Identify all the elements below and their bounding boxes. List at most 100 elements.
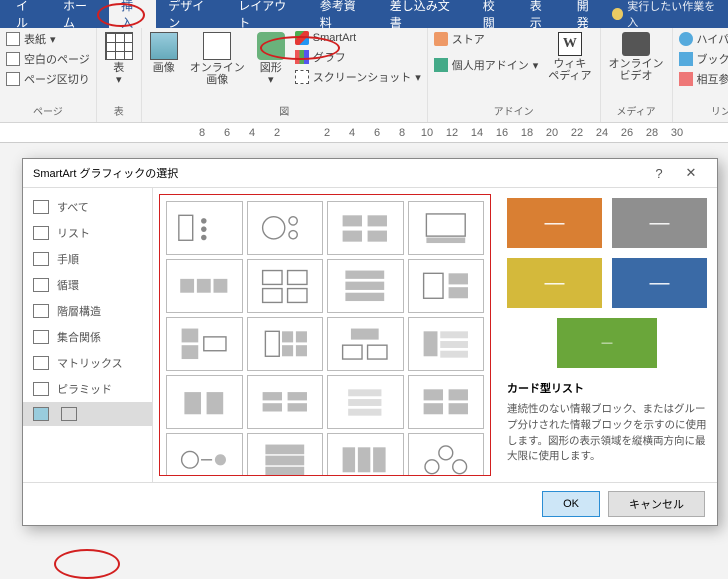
layout-thumbnail[interactable] — [166, 433, 243, 476]
layout-thumbnail[interactable] — [166, 375, 243, 429]
layout-thumbnail[interactable] — [408, 201, 485, 255]
layout-thumbnail[interactable] — [166, 317, 243, 371]
preview-swatch-large: — — [557, 318, 657, 368]
screenshot-button[interactable]: スクリーンショット ▾ — [293, 68, 423, 86]
wiki-icon: W — [558, 32, 582, 56]
layout-thumbnail[interactable] — [408, 433, 485, 476]
category-item[interactable]: 循環 — [23, 272, 152, 298]
category-item[interactable]: ピラミッド — [23, 376, 152, 402]
bookmark-icon — [679, 52, 693, 66]
addins-icon — [434, 58, 448, 72]
category-item[interactable]: すべて — [23, 194, 152, 220]
preview-pane: ———— — カード型リスト 連続性のない情報ブロック、またはグループ分けされた… — [497, 188, 717, 482]
group-label: 表 — [101, 101, 137, 120]
group-pages: 表紙 ▾ 空白のページ ページ区切り ページ — [0, 28, 97, 122]
group-links: ハイパーリンク ブックマーク 相互参照 リンク — [673, 28, 728, 122]
layout-thumbnail[interactable] — [327, 433, 404, 476]
category-item[interactable]: 集合関係 — [23, 324, 152, 350]
category-item[interactable]: リスト — [23, 220, 152, 246]
layout-thumbnail[interactable] — [247, 317, 324, 371]
cross-ref-button[interactable]: 相互参照 — [677, 70, 728, 88]
ok-button[interactable]: OK — [542, 491, 600, 517]
group-label: アドイン — [432, 101, 596, 120]
wikipedia-button[interactable]: Wウィキ ペディア — [544, 30, 595, 84]
page-break-button[interactable]: ページ区切り — [4, 70, 92, 88]
preview-swatch: — — [612, 198, 707, 248]
preview-swatches: ———— — [507, 198, 707, 308]
pictures-button[interactable]: 画像 — [146, 30, 182, 76]
link-icon — [679, 32, 693, 46]
layout-thumbnail[interactable] — [408, 375, 485, 429]
close-button[interactable]: ✕ — [675, 165, 707, 181]
bulb-icon — [612, 8, 623, 20]
layout-thumbnail[interactable] — [166, 259, 243, 313]
smartart-button[interactable]: SmartArt — [293, 30, 423, 46]
category-icon — [33, 382, 49, 396]
picture-icon — [150, 32, 178, 60]
dialog-titlebar: SmartArt グラフィックの選択 ? ✕ — [23, 159, 717, 188]
category-icon — [33, 356, 49, 370]
chart-button[interactable]: グラフ — [293, 48, 423, 66]
break-icon — [6, 72, 20, 86]
layout-gallery — [159, 194, 491, 476]
dialog-title: SmartArt グラフィックの選択 — [33, 165, 178, 181]
dialog-buttons: OK キャンセル — [23, 482, 717, 525]
category-item[interactable]: マトリックス — [23, 350, 152, 376]
layout-thumbnail[interactable] — [327, 375, 404, 429]
online-pictures-button[interactable]: オンライン 画像 — [186, 30, 249, 88]
screenshot-icon — [295, 70, 309, 84]
ruler: 864224681012141618202224262830 — [0, 123, 728, 143]
layout-thumbnail[interactable] — [247, 259, 324, 313]
category-item[interactable]: 階層構造 — [23, 298, 152, 324]
layout-thumbnail[interactable] — [247, 433, 324, 476]
layout-thumbnail[interactable] — [247, 201, 324, 255]
group-illustrations: 画像 オンライン 画像 図形▾ SmartArt グラフ スクリーンショット ▾… — [142, 28, 428, 122]
category-icon — [33, 252, 49, 266]
group-addins: ストア 個人用アドイン ▾ Wウィキ ペディア アドイン — [428, 28, 601, 122]
xref-icon — [679, 72, 693, 86]
category-icon — [33, 226, 49, 240]
category-icon — [33, 330, 49, 344]
cover-page-button[interactable]: 表紙 ▾ — [4, 30, 92, 48]
ribbon: 表紙 ▾ 空白のページ ページ区切り ページ 表▾ 表 画像 オンライン 画像 … — [0, 28, 728, 123]
layout-thumbnail[interactable] — [327, 201, 404, 255]
shapes-button[interactable]: 図形▾ — [253, 30, 289, 88]
cancel-button[interactable]: キャンセル — [608, 491, 705, 517]
tell-me[interactable]: 実行したい作業を入 — [612, 0, 728, 30]
layout-thumbnail[interactable] — [327, 317, 404, 371]
group-label: メディア — [605, 101, 668, 120]
preview-swatch: — — [507, 258, 602, 308]
layout-thumbnail[interactable] — [327, 259, 404, 313]
online-video-button[interactable]: オンライン ビデオ — [605, 30, 668, 84]
layout-thumbnail[interactable] — [408, 317, 485, 371]
group-table: 表▾ 表 — [97, 28, 142, 122]
group-label: リンク — [677, 101, 728, 120]
category-item-picture[interactable] — [23, 402, 152, 426]
layout-thumbnail[interactable] — [166, 201, 243, 255]
category-list: すべてリスト手順循環階層構造集合関係マトリックスピラミッド — [23, 188, 153, 482]
preview-description: 連続性のない情報ブロック、またはグループ分けされた情報ブロックを示すのに使用しま… — [507, 402, 707, 465]
group-media: オンライン ビデオ メディア — [601, 28, 673, 122]
help-button[interactable]: ? — [643, 166, 675, 181]
group-label: ページ — [4, 101, 92, 120]
store-button[interactable]: ストア — [432, 30, 541, 48]
preview-title: カード型リスト — [507, 380, 707, 396]
layout-thumbnail[interactable] — [247, 375, 324, 429]
picture-icon — [33, 407, 49, 421]
video-icon — [622, 32, 650, 56]
bookmark-button[interactable]: ブックマーク — [677, 50, 728, 68]
preview-swatch: — — [507, 198, 602, 248]
hyperlink-button[interactable]: ハイパーリンク — [677, 30, 728, 48]
category-icon — [33, 200, 49, 214]
my-addins-button[interactable]: 個人用アドイン ▾ — [432, 56, 541, 74]
highlight-circle — [54, 549, 120, 579]
blank-page-button[interactable]: 空白のページ — [4, 50, 92, 68]
layout-thumbnail[interactable] — [408, 259, 485, 313]
category-icon — [33, 278, 49, 292]
category-item[interactable]: 手順 — [23, 246, 152, 272]
page-icon — [6, 32, 20, 46]
page-icon — [6, 52, 20, 66]
tell-me-text: 実行したい作業を入 — [627, 0, 722, 30]
table-button[interactable]: 表▾ — [101, 30, 137, 88]
table-icon — [105, 32, 133, 60]
